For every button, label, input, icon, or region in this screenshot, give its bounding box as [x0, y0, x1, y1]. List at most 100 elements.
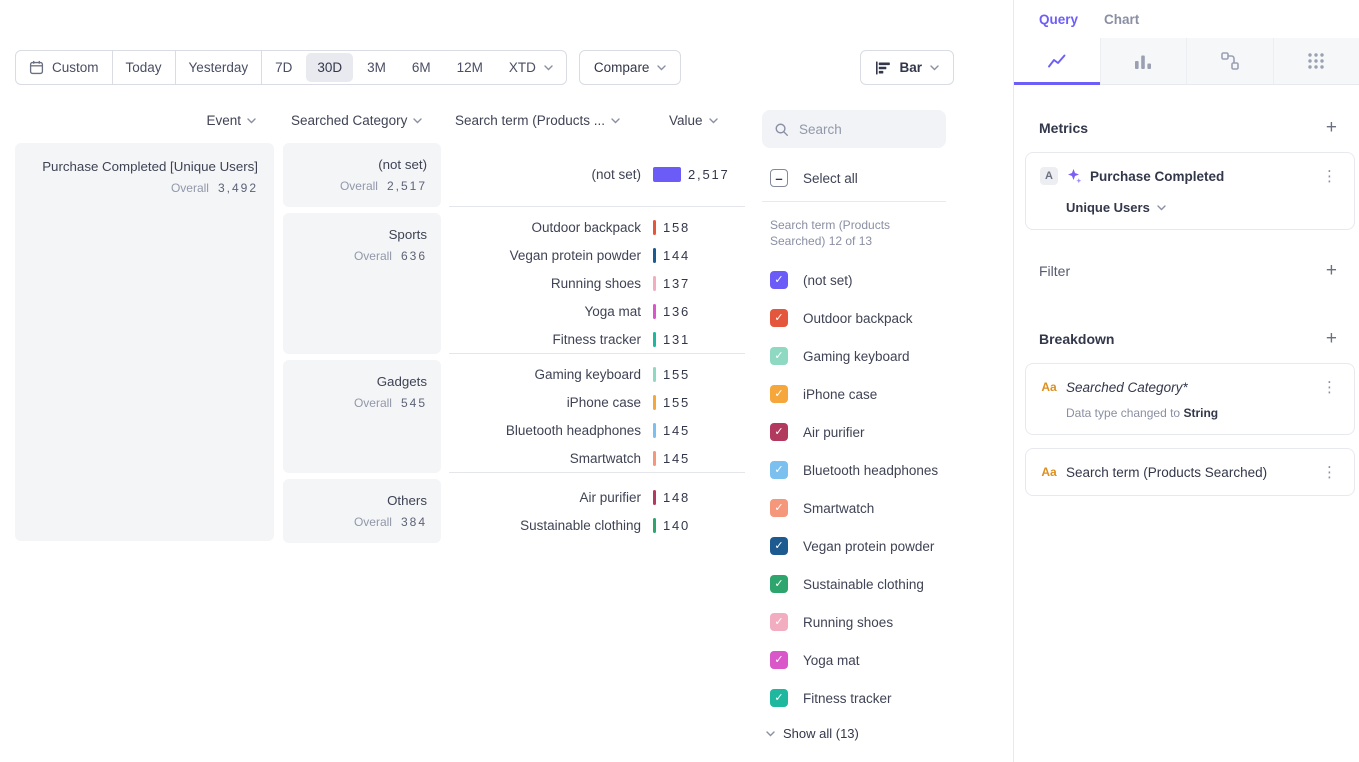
- category-name: Sports: [297, 227, 427, 242]
- table-row[interactable]: Sustainable clothing 140: [449, 511, 745, 539]
- series-checkbox[interactable]: ✓: [770, 575, 788, 593]
- metric-card[interactable]: A Purchase Completed ⋮ Unique Users: [1025, 152, 1355, 230]
- breakdown-menu-button[interactable]: ⋮: [1319, 378, 1340, 396]
- legend-item[interactable]: ✓ iPhone case: [762, 375, 972, 413]
- series-checkbox[interactable]: ✓: [770, 423, 788, 441]
- date-range-30d[interactable]: 30D: [306, 53, 353, 82]
- legend-item-label: Air purifier: [803, 425, 865, 440]
- legend-item[interactable]: ✓ Gaming keyboard: [762, 337, 972, 375]
- legend-item[interactable]: ✓ Yoga mat: [762, 641, 972, 679]
- line-chart-icon: [1047, 52, 1067, 70]
- viz-tab-bar[interactable]: [1100, 38, 1187, 84]
- overall-label: Overall: [354, 515, 392, 529]
- tab-query[interactable]: Query: [1039, 12, 1078, 38]
- date-range-today[interactable]: Today: [113, 51, 175, 84]
- term-label: Air purifier: [449, 490, 641, 505]
- column-header-value[interactable]: Value: [669, 113, 718, 128]
- viz-tab-more[interactable]: [1273, 38, 1359, 84]
- category-cell[interactable]: (not set) Overall2,517: [283, 143, 441, 207]
- event-cell[interactable]: Purchase Completed [Unique Users] Overal…: [15, 143, 274, 541]
- legend-item[interactable]: ✓ Fitness tracker: [762, 679, 972, 717]
- date-range-7d-label: 7D: [275, 60, 292, 75]
- table-row[interactable]: Smartwatch 145: [449, 444, 745, 472]
- legend-item[interactable]: ✓ Air purifier: [762, 413, 972, 451]
- search-input[interactable]: [799, 122, 929, 137]
- check-icon: ✓: [774, 465, 783, 476]
- legend-search[interactable]: [762, 110, 946, 148]
- chart-type-button[interactable]: Bar: [860, 50, 954, 85]
- viz-tab-flows[interactable]: [1186, 38, 1273, 84]
- series-checkbox[interactable]: ✓: [770, 347, 788, 365]
- value-label: 131: [663, 332, 690, 347]
- breakdown-card[interactable]: Aa Search term (Products Searched) ⋮: [1025, 448, 1355, 496]
- date-range-12m[interactable]: 12M: [444, 51, 496, 84]
- add-metric-button[interactable]: +: [1326, 117, 1337, 139]
- series-checkbox[interactable]: ✓: [770, 537, 788, 555]
- table-row[interactable]: Gaming keyboard 155: [449, 360, 745, 388]
- category-name: (not set): [297, 157, 427, 172]
- date-range-6m[interactable]: 6M: [399, 51, 444, 84]
- category-cell[interactable]: Others Overall384: [283, 479, 441, 543]
- overall-label: Overall: [354, 396, 392, 410]
- chevron-down-icon: [611, 118, 620, 124]
- table-row[interactable]: Running shoes 137: [449, 269, 745, 297]
- event-overall-value: 3,492: [218, 181, 258, 195]
- table-row[interactable]: Air purifier 148: [449, 483, 745, 511]
- compare-button[interactable]: Compare: [579, 50, 682, 85]
- term-label: Sustainable clothing: [449, 518, 641, 533]
- table-row[interactable]: Bluetooth headphones 145: [449, 416, 745, 444]
- legend-item[interactable]: ✓ Vegan protein powder: [762, 527, 972, 565]
- legend-item[interactable]: ✓ (not set): [762, 261, 972, 299]
- viz-tab-insights[interactable]: [1014, 38, 1100, 84]
- series-checkbox[interactable]: ✓: [770, 271, 788, 289]
- column-header-searched-category[interactable]: Searched Category: [283, 113, 441, 128]
- legend-item[interactable]: ✓ Bluetooth headphones: [762, 451, 972, 489]
- category-cell[interactable]: Sports Overall636: [283, 213, 441, 354]
- series-checkbox[interactable]: ✓: [770, 461, 788, 479]
- date-range-3m[interactable]: 3M: [354, 51, 399, 84]
- series-checkbox[interactable]: ✓: [770, 613, 788, 631]
- date-range-custom[interactable]: Custom: [16, 51, 112, 84]
- metrics-heading: Metrics: [1039, 120, 1088, 136]
- breakdown-card[interactable]: Aa Searched Category* ⋮ Data type change…: [1025, 363, 1355, 435]
- select-all-row[interactable]: – Select all: [762, 169, 972, 187]
- table-row[interactable]: Vegan protein powder 144: [449, 241, 745, 269]
- add-filter-button[interactable]: +: [1326, 260, 1337, 282]
- value-bar: [653, 395, 656, 410]
- legend-item-label: (not set): [803, 273, 853, 288]
- legend-item[interactable]: ✓ Smartwatch: [762, 489, 972, 527]
- series-checkbox[interactable]: ✓: [770, 651, 788, 669]
- value-label: 140: [663, 518, 690, 533]
- show-all-button[interactable]: Show all (13): [762, 726, 972, 741]
- table-row[interactable]: (not set) 2,517: [449, 161, 745, 189]
- series-checkbox[interactable]: ✓: [770, 309, 788, 327]
- legend-item[interactable]: ✓ Sustainable clothing: [762, 565, 972, 603]
- tab-chart[interactable]: Chart: [1104, 12, 1139, 38]
- table-row[interactable]: iPhone case 155: [449, 388, 745, 416]
- category-cell[interactable]: Gadgets Overall545: [283, 360, 441, 473]
- column-header-event[interactable]: Event: [0, 113, 274, 128]
- visualization-tabs: [1014, 38, 1359, 85]
- select-all-checkbox[interactable]: –: [770, 169, 788, 187]
- table-row[interactable]: Outdoor backpack 158: [449, 213, 745, 241]
- date-range-xtd[interactable]: XTD: [496, 51, 566, 84]
- series-checkbox[interactable]: ✓: [770, 689, 788, 707]
- value-bar: [653, 167, 681, 182]
- add-breakdown-button[interactable]: +: [1326, 328, 1337, 350]
- chevron-down-icon: [544, 65, 553, 71]
- measure-dropdown[interactable]: Unique Users: [1066, 200, 1340, 215]
- series-checkbox[interactable]: ✓: [770, 385, 788, 403]
- table-row[interactable]: Yoga mat 136: [449, 297, 745, 325]
- date-range-7d[interactable]: 7D: [262, 51, 305, 84]
- date-range-yesterday[interactable]: Yesterday: [176, 51, 262, 84]
- column-header-search-term[interactable]: Search term (Products ...: [449, 113, 641, 128]
- legend-item[interactable]: ✓ Outdoor backpack: [762, 299, 972, 337]
- series-checkbox[interactable]: ✓: [770, 499, 788, 517]
- value-label: 145: [663, 451, 690, 466]
- metric-menu-button[interactable]: ⋮: [1319, 167, 1340, 185]
- term-rows: Outdoor backpack 158 Vegan protein powde…: [449, 213, 745, 354]
- table-row[interactable]: Fitness tracker 131: [449, 325, 745, 353]
- breakdown-menu-button[interactable]: ⋮: [1319, 463, 1340, 481]
- legend-item[interactable]: ✓ Running shoes: [762, 603, 972, 641]
- measure-label: Unique Users: [1066, 200, 1150, 215]
